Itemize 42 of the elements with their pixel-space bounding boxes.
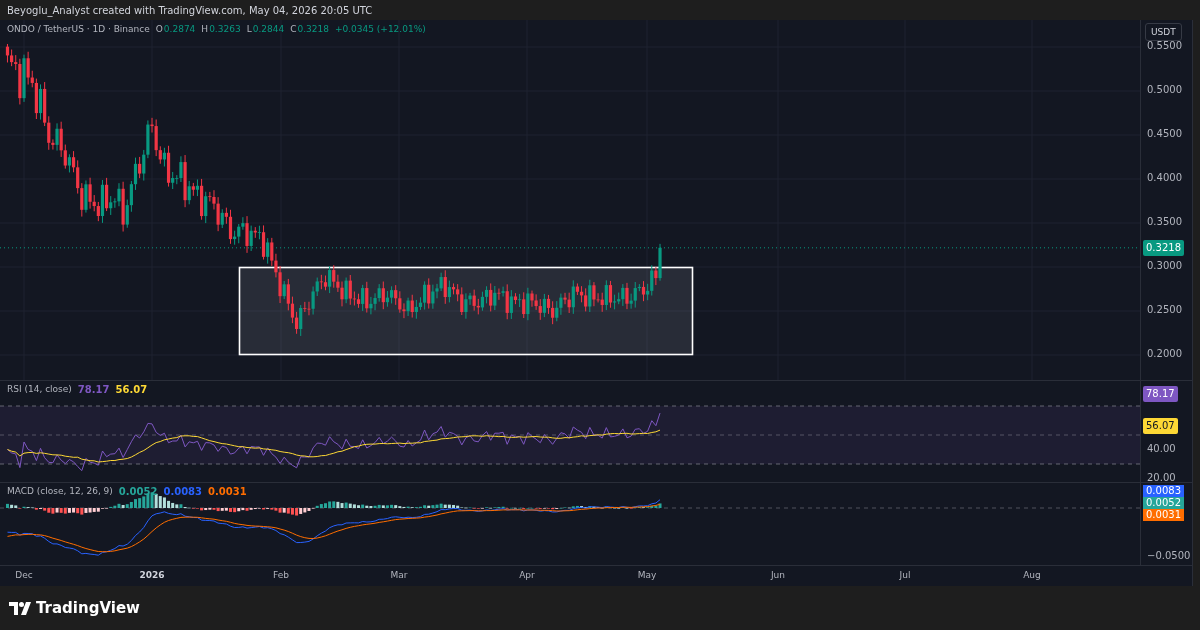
macd-value: 0.0052 xyxy=(118,486,158,497)
ohlc-value: H 0.3263 xyxy=(201,24,241,34)
price-axis-label: 0.4000 xyxy=(1147,172,1182,183)
ohlc-value: O0.2874 xyxy=(155,24,196,34)
rsi-badge: 56.07 xyxy=(1143,418,1178,435)
rsi-badge: 78.17 xyxy=(1143,386,1178,403)
time-axis-label: Jul xyxy=(898,570,912,580)
macd-value: 0.0083 xyxy=(163,486,203,497)
time-axis-label: Mar xyxy=(389,570,409,580)
ohlc-value: L0.2844 xyxy=(246,24,285,34)
price-axis-label: 0.2000 xyxy=(1147,348,1182,359)
price-axis-label: 0.3500 xyxy=(1147,216,1182,227)
last-price-badge: 0.3218 xyxy=(1143,239,1184,256)
symbol-title: ONDO / TetherUS · 1D · Binance xyxy=(7,24,150,34)
rsi-value: 78.17 xyxy=(77,384,110,395)
time-axis-label: Apr xyxy=(518,570,536,580)
currency-button[interactable]: USDT xyxy=(1145,23,1182,41)
logo-text: TradingView xyxy=(36,599,140,617)
price-axis-label: 0.5000 xyxy=(1147,84,1182,95)
macd-title: MACD (close, 12, 26, 9) xyxy=(7,486,113,497)
price-axis-label: 0.4500 xyxy=(1147,128,1182,139)
author-credit: Beyoglu_Analyst created with TradingView.com, May 04, 2026 20:05 UTC xyxy=(7,4,373,16)
price-axis-label: 0.2500 xyxy=(1147,304,1182,315)
time-axis-label: Jun xyxy=(769,570,787,580)
price-axis-label: 0.3000 xyxy=(1147,260,1182,271)
rsi-axis-label: 40.00 xyxy=(1147,442,1176,454)
time-axis-label: Feb xyxy=(272,570,290,580)
macd-badge: 0.0083 xyxy=(1143,485,1184,497)
time-axis-label: 2026 xyxy=(138,570,166,580)
macd-axis-label: −0.0500 xyxy=(1147,550,1191,561)
rsi-axis-label: 20.00 xyxy=(1147,471,1176,483)
time-axis-label: Aug xyxy=(1022,570,1042,580)
macd-badge: 0.0031 xyxy=(1143,509,1184,521)
macd-badge: 0.0052 xyxy=(1143,497,1184,509)
rsi-value: 56.07 xyxy=(115,384,148,395)
rsi-title: RSI (14, close) xyxy=(7,384,72,395)
macd-value: 0.0031 xyxy=(208,486,247,497)
time-axis-label: Dec xyxy=(14,570,34,580)
ohlc-value: C 0.3218 xyxy=(290,24,329,34)
time-axis-label: May xyxy=(636,570,658,580)
price-change: +0.0345 (+12.01%) xyxy=(334,24,426,34)
price-axis-label: 0.5500 xyxy=(1147,40,1182,51)
